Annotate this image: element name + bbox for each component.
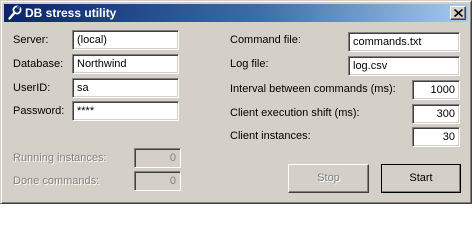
start-button[interactable]: Start xyxy=(381,164,461,193)
running-instances-field: 0 xyxy=(134,148,181,168)
userid-field[interactable]: sa xyxy=(72,78,179,98)
log-file-label: Log file: xyxy=(230,58,269,70)
execution-shift-label: Client execution shift (ms): xyxy=(230,107,360,119)
password-field[interactable]: **** xyxy=(72,101,179,121)
stop-button[interactable]: Stop xyxy=(288,164,369,193)
interval-field[interactable]: 1000 xyxy=(412,80,460,100)
database-label: Database: xyxy=(13,58,64,70)
wrench-icon xyxy=(7,5,23,21)
running-instances-label: Running instances: xyxy=(13,152,107,164)
title-bar[interactable]: DB stress utility xyxy=(4,4,468,22)
app-window: DB stress utility Server: (local) Databa… xyxy=(0,0,472,204)
client-instances-field[interactable]: 30 xyxy=(412,127,460,147)
server-label: Server: xyxy=(13,34,49,46)
password-label: Password: xyxy=(13,105,65,117)
done-commands-field: 0 xyxy=(134,171,181,191)
execution-shift-field[interactable]: 300 xyxy=(412,104,460,124)
command-file-label: Command file: xyxy=(230,34,301,46)
done-commands-label: Done commands: xyxy=(13,175,100,187)
interval-label: Interval between commands (ms): xyxy=(230,83,396,95)
server-field[interactable]: (local) xyxy=(72,30,179,50)
database-field[interactable]: Northwind xyxy=(72,54,179,74)
command-file-field[interactable]: commands.txt xyxy=(348,32,460,52)
window-title: DB stress utility xyxy=(25,6,117,20)
close-button[interactable] xyxy=(450,6,466,20)
close-x-icon xyxy=(454,9,463,17)
userid-label: UserID: xyxy=(13,82,51,94)
log-file-field[interactable]: log.csv xyxy=(348,56,460,76)
client-instances-label: Client instances: xyxy=(230,130,311,142)
